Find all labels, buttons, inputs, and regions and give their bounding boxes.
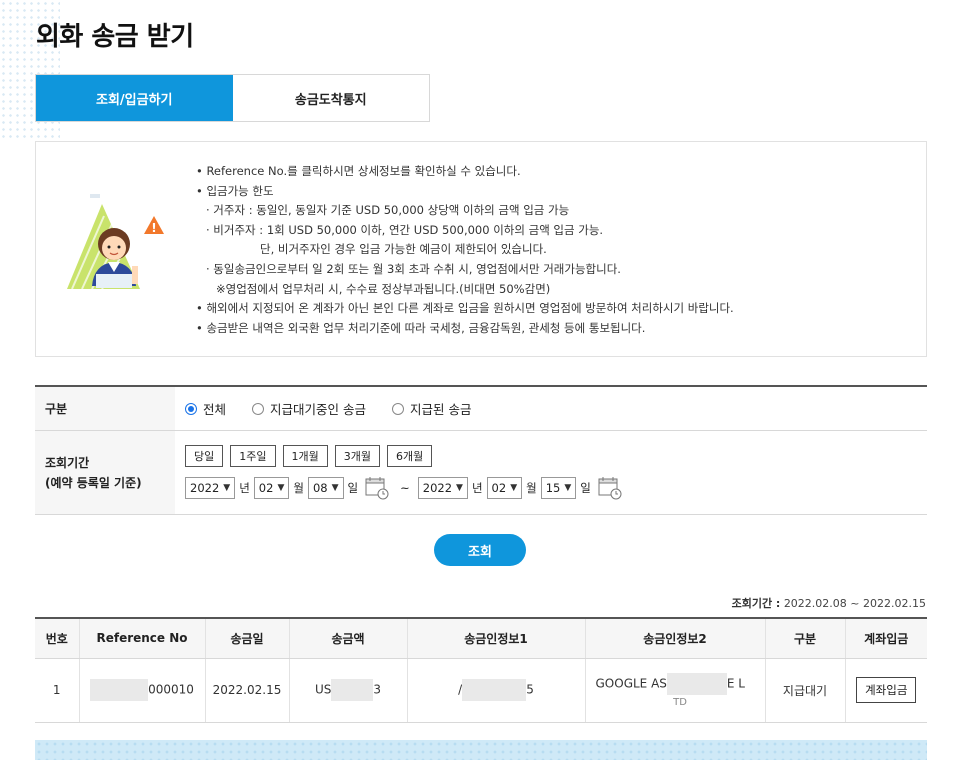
period-label: 조회기간 (예약 등록일 기준)	[35, 431, 175, 514]
radio-label: 지급된 송금	[410, 402, 472, 417]
header-amount: 송금액	[289, 618, 408, 659]
period-title: 조회기간	[45, 456, 90, 470]
tab-inquiry-deposit[interactable]: 조회/입금하기	[36, 75, 233, 121]
period-display: 조회기간 : 2022.02.08 ~ 2022.02.15	[731, 597, 926, 610]
cell-reference[interactable]: 000010	[79, 658, 206, 723]
masked-region	[331, 679, 374, 701]
radio-unselected-icon	[252, 402, 265, 415]
period-1month-button[interactable]: 1개월	[282, 444, 328, 467]
masked-region	[462, 679, 527, 701]
header-sender-info1: 송금인정보1	[407, 618, 586, 659]
tab-bar: 조회/입금하기 송금도착통지	[35, 74, 430, 122]
notice-line: · 비거주자 : 1회 USD 50,000 이하, 연간 USD 500,00…	[206, 222, 604, 237]
cell-sender-info1: /5	[407, 658, 586, 723]
bottom-banner	[35, 740, 927, 760]
start-year-select[interactable]: 2022 ▼	[185, 476, 236, 499]
radio-paid[interactable]: 지급된 송금	[392, 399, 471, 418]
period-subtitle: (예약 등록일 기준)	[45, 476, 142, 490]
category-label: 구분	[35, 387, 175, 430]
notice-line: • 입금가능 한도	[196, 183, 274, 198]
start-day-select[interactable]: 08 ▼	[307, 476, 344, 499]
notice-line: • 송금받은 내역은 외국환 업무 처리기준에 따라 국세청, 금융감독원, 관…	[196, 320, 646, 335]
table-header-row: 번호 Reference No 송금일 송금액 송금인정보1 송금인정보2 구분…	[35, 618, 927, 659]
header-no: 번호	[35, 618, 80, 659]
calendar-icon[interactable]	[364, 475, 390, 501]
cell-no: 1	[35, 658, 80, 723]
chevron-down-icon: ▼	[564, 482, 572, 493]
notice-list: • Reference No.를 클릭하시면 상세정보를 확인하실 수 있습니다…	[196, 162, 734, 338]
search-filter: 구분 전체 지급대기중인 송금 지급된 송금 조회기간 (예약 등록일 기준)	[35, 385, 927, 515]
end-year-select[interactable]: 2022 ▼	[417, 476, 468, 499]
result-table: 번호 Reference No 송금일 송금액 송금인정보1 송금인정보2 구분…	[35, 617, 927, 723]
cell-date: 2022.02.15	[205, 658, 290, 723]
radio-all[interactable]: 전체	[185, 399, 226, 418]
customer-service-agent-icon: !	[67, 194, 164, 290]
header-sender-info2: 송금인정보2	[585, 618, 766, 659]
chevron-down-icon: ▼	[456, 482, 463, 493]
notice-line: 단, 비거주자인 경우 입금 가능한 예금이 제한되어 있습니다.	[260, 242, 547, 257]
radio-pending[interactable]: 지급대기중인 송금	[252, 399, 366, 418]
notice-box: ! • Reference No.를 클릭하시면 상세정보를 확인하실 수 있습…	[35, 141, 927, 357]
masked-region	[90, 679, 149, 701]
chevron-down-icon: ▼	[331, 482, 339, 493]
header-deposit: 계좌입금	[845, 618, 927, 659]
radio-label: 지급대기중인 송금	[270, 402, 366, 417]
table-row: 1 000010 2022.02.15 US 3 /5 GOOGLE AS E L …	[35, 658, 927, 723]
header-date: 송금일	[205, 618, 290, 659]
radio-unselected-icon	[392, 402, 404, 415]
cell-status: 지급대기	[765, 658, 846, 723]
period-6month-button[interactable]: 6개월	[387, 444, 433, 467]
notice-line: ※영업점에서 업무처리 시, 수수료 정상부과됩니다.(비대면 50%감면)	[216, 281, 551, 296]
header-status: 구분	[765, 618, 846, 659]
page-title: 외화 송금 받기	[36, 22, 194, 52]
masked-region	[666, 672, 727, 695]
account-deposit-button[interactable]: 계좌입금	[856, 677, 917, 703]
end-month-select[interactable]: 02 ▼	[486, 476, 523, 499]
notice-line: • 해외에서 지정되어 온 계좌가 아닌 본인 다른 계좌로 입금을 원하시면 …	[196, 301, 734, 316]
header-reference: Reference No	[79, 618, 206, 659]
notice-line: · 거주자 : 동일인, 동일자 기준 USD 50,000 상당액 이하의 금…	[206, 203, 570, 218]
filter-row-category: 구분 전체 지급대기중인 송금 지급된 송금	[35, 387, 927, 431]
chevron-down-icon: ▼	[277, 482, 285, 493]
radio-label: 전체	[203, 402, 227, 417]
chevron-down-icon: ▼	[510, 482, 518, 493]
period-3month-button[interactable]: 3개월	[334, 444, 380, 467]
period-today-button[interactable]: 당일	[185, 444, 224, 467]
svg-text:!: !	[151, 221, 156, 235]
filter-row-period: 조회기간 (예약 등록일 기준) 당일 1주일 1개월 3개월 6개월 2022…	[35, 431, 927, 515]
calendar-icon[interactable]	[597, 475, 623, 501]
end-day-select[interactable]: 15 ▼	[540, 476, 577, 499]
cell-sender-info2: GOOGLE AS E L TD	[585, 658, 766, 723]
cell-action: 계좌입금	[845, 658, 927, 723]
period-1week-button[interactable]: 1주일	[230, 444, 276, 467]
chevron-down-icon: ▼	[223, 482, 231, 493]
radio-selected-icon	[185, 402, 197, 415]
cell-amount: US 3	[289, 658, 408, 723]
notice-line: · 동일송금인으로부터 일 2회 또는 월 3회 초과 수취 시, 영업점에서만…	[206, 261, 621, 276]
search-button[interactable]: 조회	[434, 534, 526, 566]
notice-line: • Reference No.를 클릭하시면 상세정보를 확인하실 수 있습니다…	[196, 164, 521, 178]
start-month-select[interactable]: 02 ▼	[253, 476, 290, 499]
tab-arrival-notice[interactable]: 송금도착통지	[233, 75, 430, 121]
